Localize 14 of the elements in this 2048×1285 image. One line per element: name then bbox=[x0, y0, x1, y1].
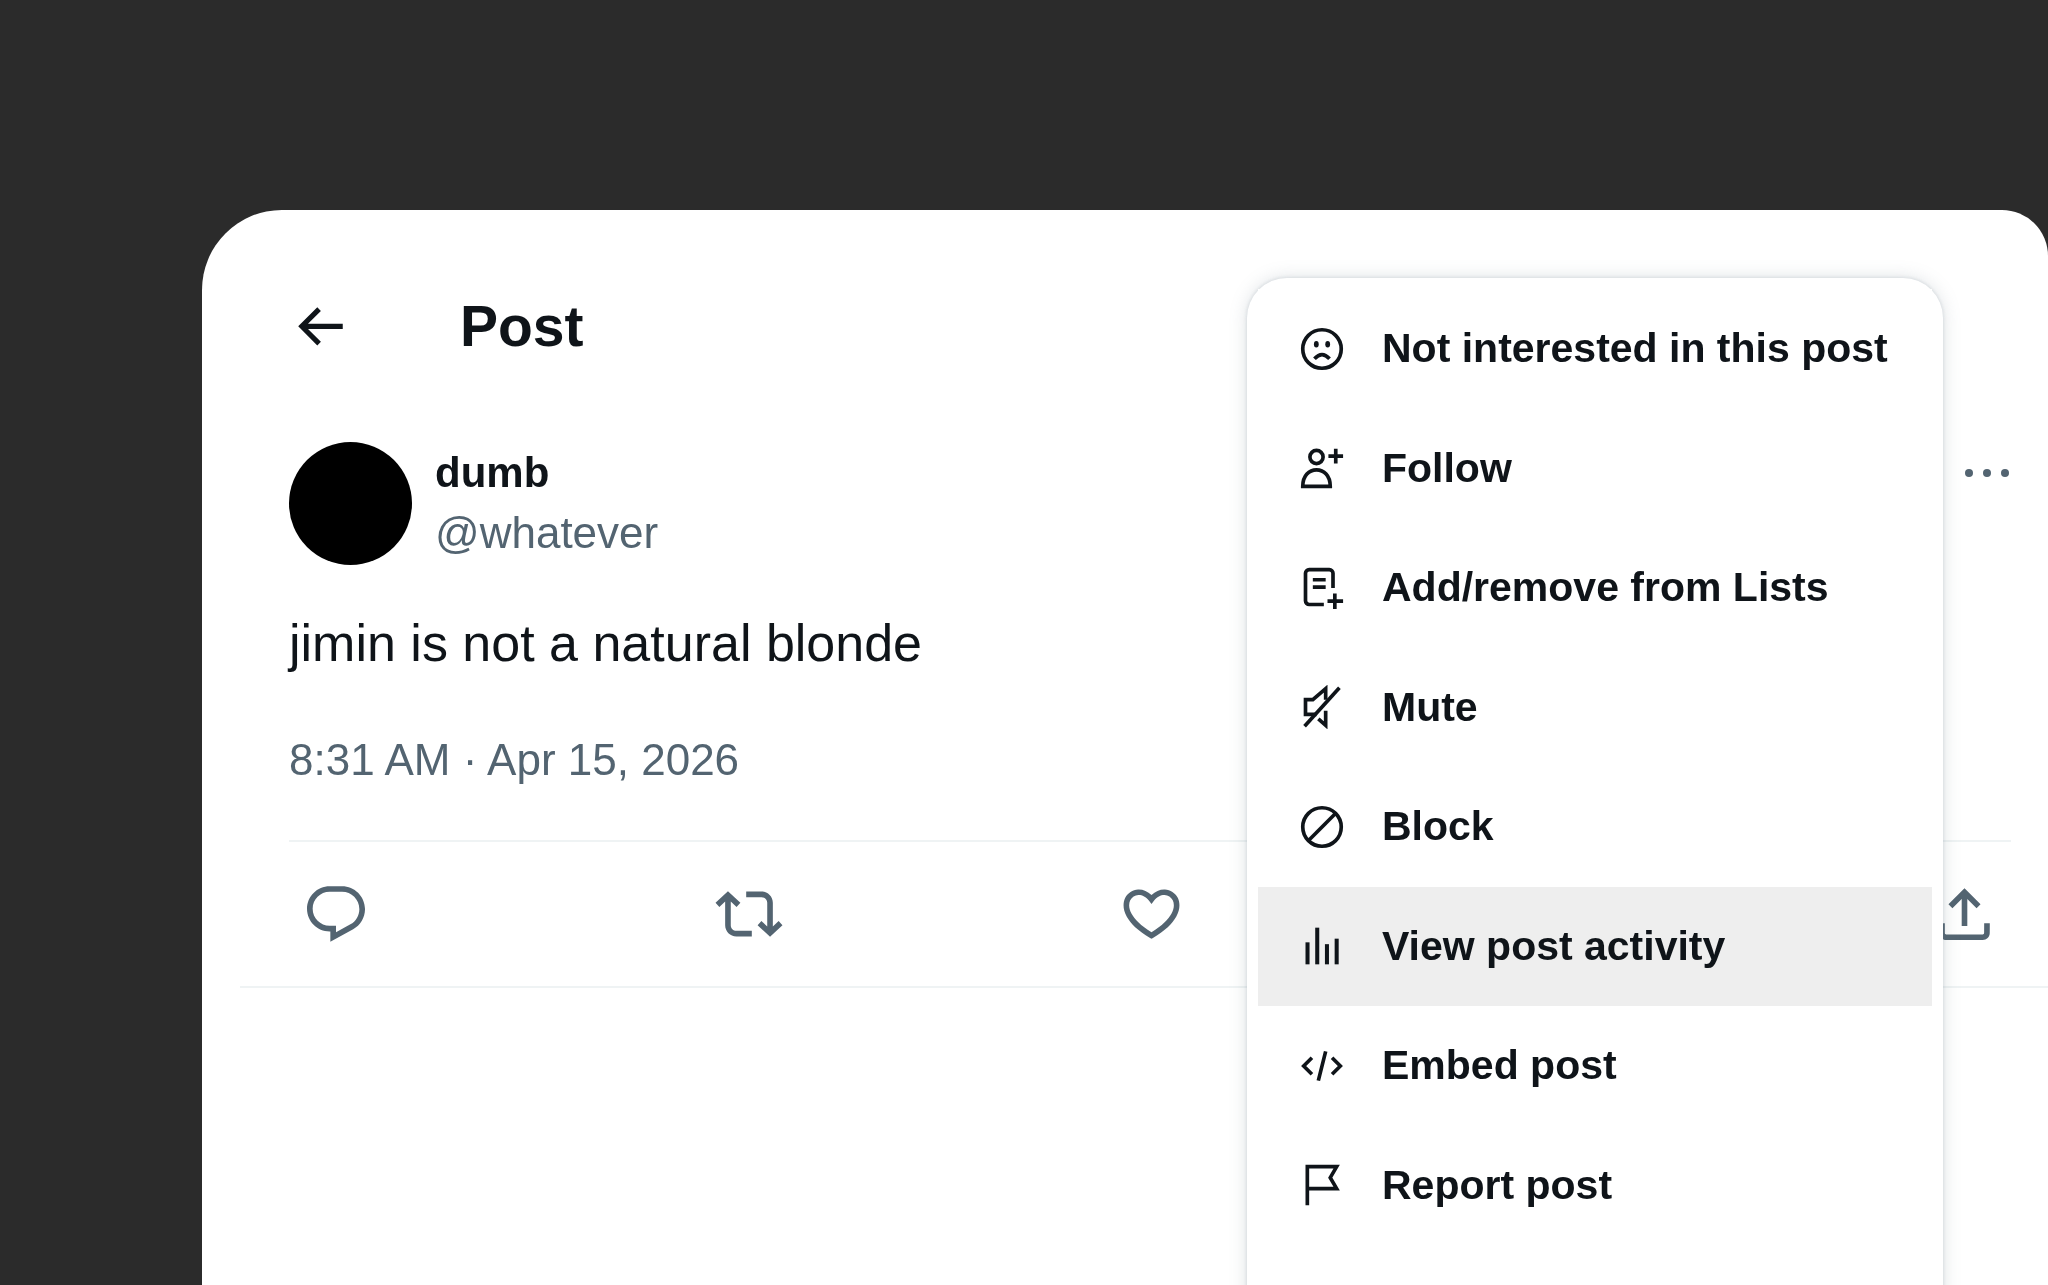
repost-icon[interactable] bbox=[715, 891, 783, 937]
more-options-icon[interactable] bbox=[1965, 469, 2009, 477]
post-timestamp[interactable]: 8:31 AM · Apr 15, 2026 bbox=[289, 730, 740, 790]
author-name[interactable]: dumb bbox=[435, 443, 550, 503]
post-text: jimin is not a natural blonde bbox=[289, 613, 923, 674]
author-handle[interactable]: @whatever bbox=[435, 503, 659, 563]
person-plus-icon bbox=[1300, 446, 1344, 491]
menu-item[interactable]: View post activity bbox=[1258, 886, 1932, 1006]
page-title: Post bbox=[460, 293, 584, 360]
back-arrow-icon[interactable] bbox=[298, 306, 343, 346]
reply-icon[interactable] bbox=[307, 886, 365, 942]
frown-face-icon bbox=[1300, 326, 1344, 371]
block-icon bbox=[1300, 804, 1344, 849]
heart-icon[interactable] bbox=[1123, 889, 1180, 939]
